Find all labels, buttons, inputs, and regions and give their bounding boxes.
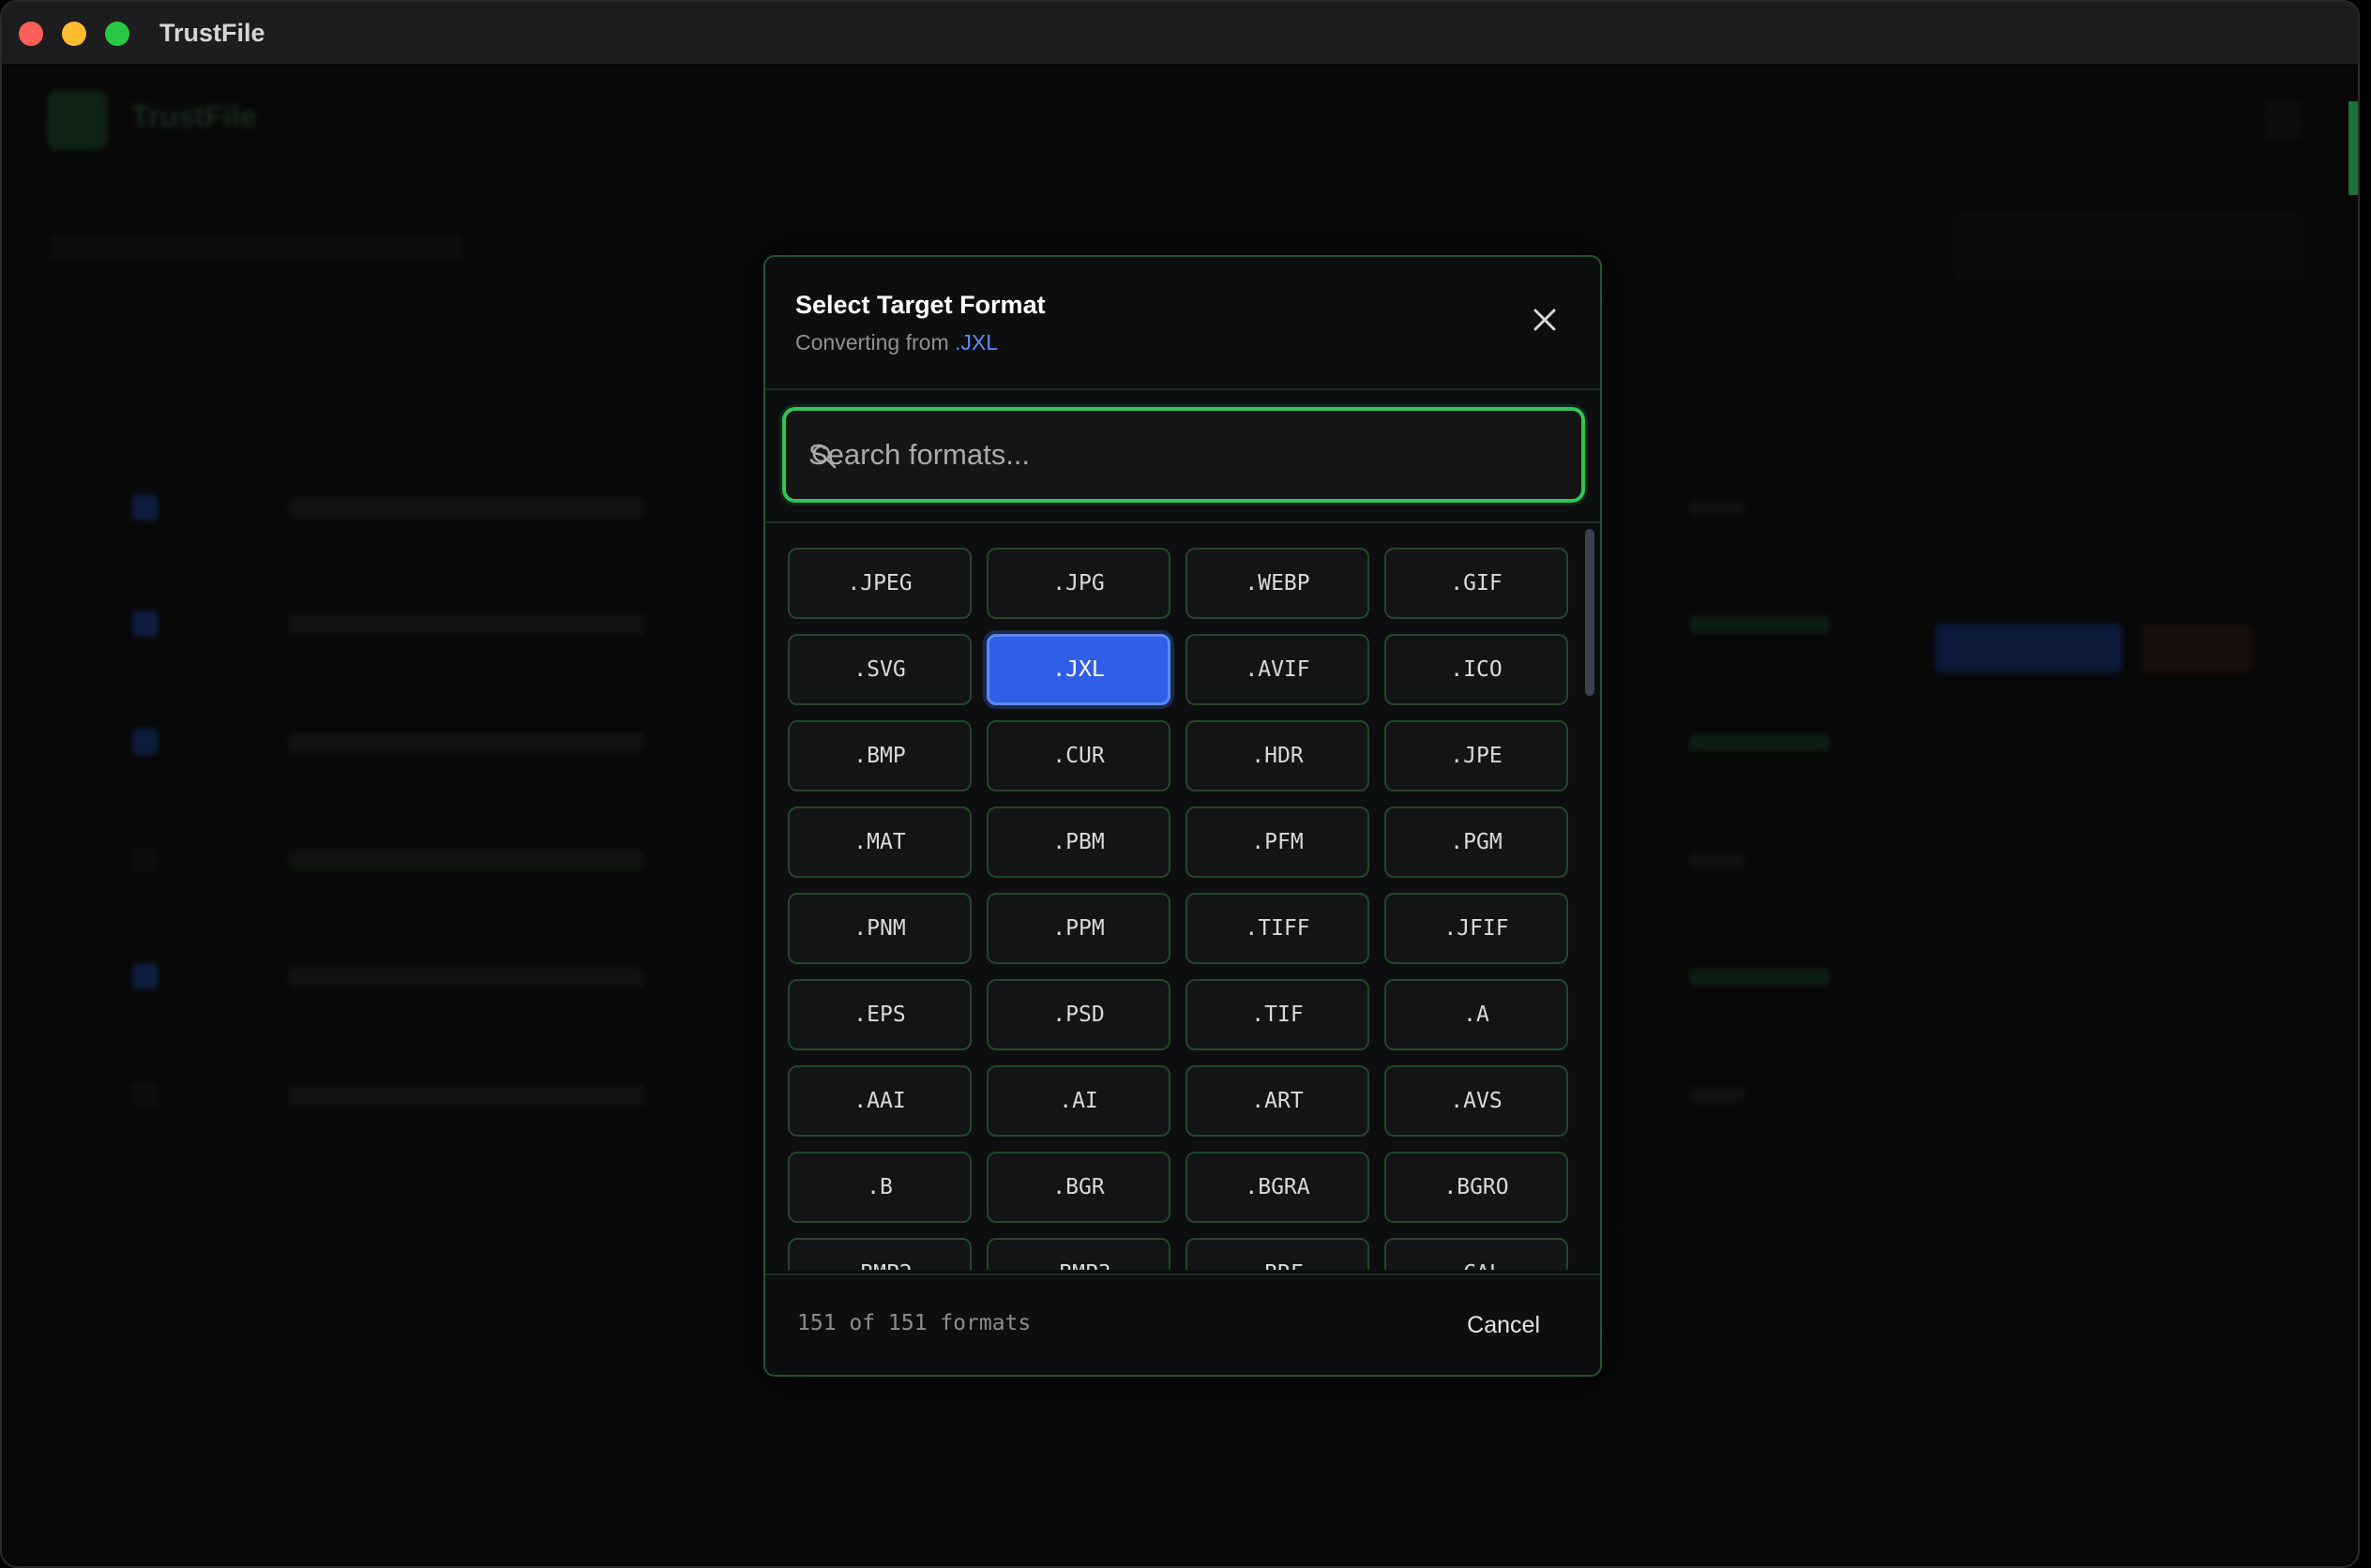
row-checkbox (132, 611, 159, 637)
file-name (288, 732, 644, 753)
file-status (1689, 1087, 1745, 1104)
convert-button (1935, 624, 2122, 672)
select-format-dialog: Select Target Format Converting from .JX… (763, 255, 1602, 1377)
format-option[interactable]: .BMP3 (987, 1238, 1170, 1270)
format-option[interactable]: .AAI (788, 1065, 972, 1137)
row-checkbox (132, 847, 159, 873)
format-option[interactable]: .PSD (987, 979, 1170, 1050)
dialog-header: Select Target Format Converting from .JX… (765, 257, 1600, 390)
zoom-window-button[interactable] (105, 22, 129, 46)
scrollbar[interactable] (1585, 529, 1594, 949)
app-window: TrustFile TrustFile Select Target Format… (0, 0, 2360, 1568)
format-list[interactable]: .JPEG .JPG .WEBP .GIF .SVG .JXL .AVIF .ICO .BMP.… (765, 523, 1600, 1270)
format-option[interactable]: .ICO (1384, 634, 1568, 705)
format-option[interactable]: .AVIF (1186, 634, 1369, 705)
settings-icon (2264, 101, 2302, 139)
format-option[interactable]: .PNM (788, 893, 972, 964)
format-option[interactable]: .SVG (788, 634, 972, 705)
format-option[interactable]: .PGM (1384, 807, 1568, 878)
format-option[interactable]: .PFM (1186, 807, 1369, 878)
format-option[interactable]: .BMP2 (788, 1238, 972, 1270)
format-option[interactable]: .JPE (1384, 720, 1568, 792)
format-option[interactable]: .CUR (987, 720, 1170, 792)
format-option[interactable]: .JPG (987, 548, 1170, 619)
file-name (288, 498, 644, 519)
edge-accent (2348, 101, 2358, 195)
format-option[interactable]: .BGRO (1384, 1152, 1568, 1223)
close-icon (1533, 309, 1556, 331)
background-subtitle (51, 234, 463, 259)
row-checkbox (132, 1081, 159, 1108)
format-grid: .JPEG .JPG .WEBP .GIF .SVG .JXL .AVIF .ICO .BMP.… (788, 548, 1568, 1270)
format-option[interactable]: .BGRA (1186, 1152, 1369, 1223)
remove-button (2141, 624, 2254, 672)
format-option[interactable]: .HDR (1186, 720, 1369, 792)
dialog-title: Select Target Format (795, 291, 1046, 319)
file-status (1689, 852, 1745, 869)
format-option[interactable]: .JPEG (788, 548, 972, 619)
format-option[interactable]: .TIF (1186, 979, 1369, 1050)
format-option[interactable]: .WEBP (1186, 548, 1369, 619)
scrollbar-thumb[interactable] (1585, 529, 1594, 696)
format-option[interactable]: .JXL (987, 634, 1170, 705)
file-status (1689, 969, 1830, 986)
format-option[interactable]: .A (1384, 979, 1568, 1050)
row-checkbox (132, 494, 159, 520)
minimize-window-button[interactable] (62, 22, 86, 46)
format-option[interactable]: .AVS (1384, 1065, 1568, 1137)
file-status (1689, 616, 1830, 633)
format-option[interactable]: .ART (1186, 1065, 1369, 1137)
row-checkbox (132, 729, 159, 755)
file-name (288, 614, 644, 635)
window-title: TrustFile (159, 19, 265, 47)
file-name (288, 1085, 644, 1106)
format-option[interactable]: .TIFF (1186, 893, 1369, 964)
app-brand: TrustFile (131, 99, 257, 133)
format-option[interactable]: .AI (987, 1065, 1170, 1137)
format-option[interactable]: .MAT (788, 807, 972, 878)
search-box[interactable] (782, 407, 1585, 503)
app-logo (47, 90, 107, 150)
format-option[interactable]: .EPS (788, 979, 972, 1050)
cancel-button[interactable]: Cancel (1459, 1304, 1548, 1347)
row-checkbox (132, 963, 159, 989)
file-status (1689, 734, 1830, 751)
dialog-footer: 151 of 151 formats Cancel (765, 1274, 1600, 1375)
format-option[interactable]: .PPM (987, 893, 1170, 964)
format-option[interactable]: .BGR (987, 1152, 1170, 1223)
add-files-button (1955, 214, 2302, 279)
file-name (288, 851, 644, 871)
format-option[interactable]: .BRF (1186, 1238, 1369, 1270)
search-icon (812, 445, 837, 469)
title-bar: TrustFile (2, 2, 2358, 64)
format-option[interactable]: .BMP (788, 720, 972, 792)
file-status (1689, 500, 1745, 517)
dialog-subtitle: Converting from .JXL (795, 330, 998, 355)
format-option[interactable]: .GIF (1384, 548, 1568, 619)
format-option[interactable]: .PBM (987, 807, 1170, 878)
format-option[interactable]: .B (788, 1152, 972, 1223)
file-name (288, 967, 644, 988)
format-option[interactable]: .CAL (1384, 1238, 1568, 1270)
format-count: 151 of 151 formats (797, 1311, 1032, 1335)
subtitle-prefix: Converting from (795, 330, 949, 354)
search-input[interactable] (808, 411, 1559, 499)
format-option[interactable]: .JFIF (1384, 893, 1568, 964)
close-window-button[interactable] (19, 22, 43, 46)
source-format: .JXL (955, 330, 999, 354)
close-dialog-button[interactable] (1523, 298, 1566, 341)
